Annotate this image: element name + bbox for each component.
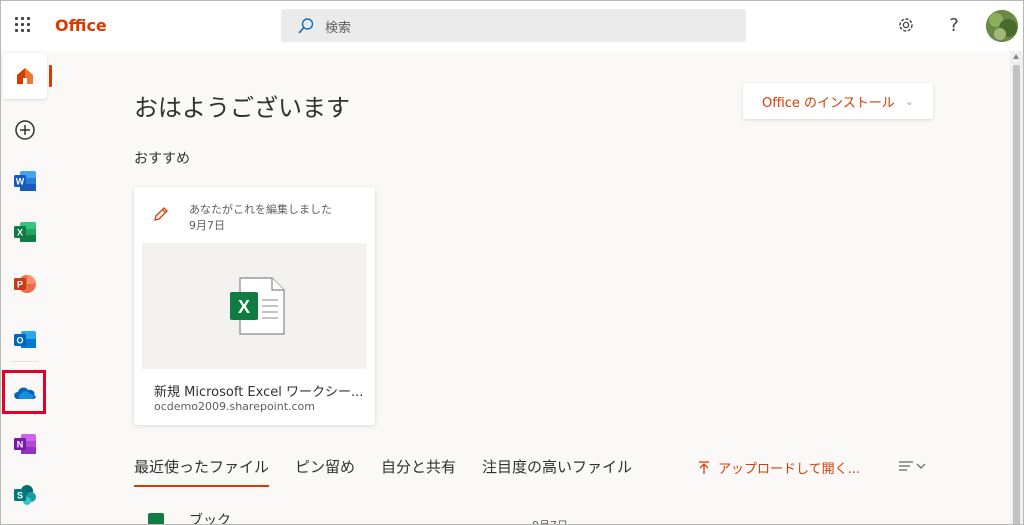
- powerpoint-icon: P: [14, 275, 36, 293]
- svg-text:N: N: [17, 440, 24, 450]
- excel-file-icon: [148, 513, 164, 524]
- rail-item-powerpoint[interactable]: P: [3, 261, 47, 307]
- search-placeholder: 検索: [325, 21, 352, 36]
- scroll-up-arrow-icon[interactable]: [1013, 54, 1019, 59]
- home-icon: [17, 68, 33, 84]
- search-icon: [298, 18, 314, 34]
- tab-shared-with-me[interactable]: 自分と共有: [381, 456, 456, 487]
- svg-text:W: W: [16, 177, 25, 187]
- active-rail-indicator: [49, 65, 52, 87]
- upload-icon: [699, 460, 709, 474]
- svg-text:X: X: [238, 297, 250, 317]
- excel-file-icon: X: [230, 277, 285, 335]
- file-thumbnail: X: [142, 243, 367, 369]
- sharepoint-icon: S: [14, 485, 36, 505]
- recommended-file-card[interactable]: あなたがこれを編集しました 9月7日 X 新規 Microsoft Excel …: [134, 187, 375, 425]
- page-title: おはようございます: [134, 94, 350, 122]
- avatar[interactable]: [986, 10, 1018, 42]
- svg-text:O: O: [16, 336, 23, 346]
- file-row-date: 9月7日: [532, 517, 568, 524]
- app-rail: W X P O N S: [1, 51, 49, 524]
- outlook-icon: O: [14, 331, 36, 348]
- plus-circle-icon: [15, 120, 35, 140]
- rail-item-word[interactable]: W: [3, 158, 47, 204]
- recommended-heading: おすすめ: [134, 151, 190, 167]
- help-icon[interactable]: ?: [943, 15, 965, 37]
- install-office-button[interactable]: Office のインストール ⌄: [743, 83, 933, 119]
- office-home-window: Office 検索 ? W X P O N S おはようございます Office…: [0, 0, 1024, 525]
- rail-item-create[interactable]: [3, 107, 47, 153]
- svg-text:X: X: [17, 228, 23, 238]
- onedrive-highlight-box: [2, 370, 46, 414]
- office-brand-link[interactable]: Office: [55, 16, 107, 35]
- card-file-location: ocdemo2009.sharepoint.com: [154, 400, 315, 413]
- top-bar: Office 検索 ?: [1, 1, 1023, 51]
- excel-icon: X: [14, 222, 36, 242]
- tab-pinned[interactable]: ピン留め: [295, 456, 355, 487]
- rail-item-sharepoint[interactable]: S: [3, 472, 47, 518]
- tab-recent[interactable]: 最近使ったファイル: [134, 456, 270, 487]
- chevron-down-icon: ⌄: [904, 94, 915, 108]
- rail-item-outlook[interactable]: O: [3, 317, 47, 363]
- app-launcher-icon[interactable]: [15, 17, 31, 33]
- rail-item-excel[interactable]: X: [3, 209, 47, 255]
- settings-gear-icon[interactable]: [895, 15, 917, 37]
- upload-label: アップロードして開く...: [718, 462, 861, 477]
- rail-item-onenote[interactable]: N: [3, 421, 47, 467]
- pencil-icon: [154, 207, 168, 221]
- file-row-name[interactable]: ブック: [189, 510, 231, 524]
- vertical-scrollbar[interactable]: [1010, 51, 1023, 524]
- svg-text:S: S: [17, 491, 23, 501]
- tab-popular[interactable]: 注目度の高いファイル: [482, 456, 632, 487]
- upload-and-open-button[interactable]: アップロードして開く...: [698, 458, 860, 477]
- card-activity-date: 9月7日: [189, 219, 225, 232]
- card-file-name: 新規 Microsoft Excel ワークシー...: [154, 385, 364, 400]
- card-activity-text: あなたがこれを編集しました: [189, 203, 332, 216]
- scrollbar-thumb[interactable]: [1013, 65, 1020, 524]
- search-box[interactable]: 検索: [281, 9, 746, 42]
- rail-item-home[interactable]: [3, 53, 47, 99]
- install-office-label: Office のインストール: [761, 95, 895, 111]
- file-tabs: 最近使ったファイル ピン留め 自分と共有 注目度の高いファイル: [134, 456, 658, 487]
- svg-text:P: P: [17, 280, 23, 290]
- onenote-icon: N: [14, 434, 36, 454]
- word-icon: W: [14, 171, 36, 191]
- sort-filter-button[interactable]: [897, 459, 929, 477]
- sort-icon: [899, 461, 926, 471]
